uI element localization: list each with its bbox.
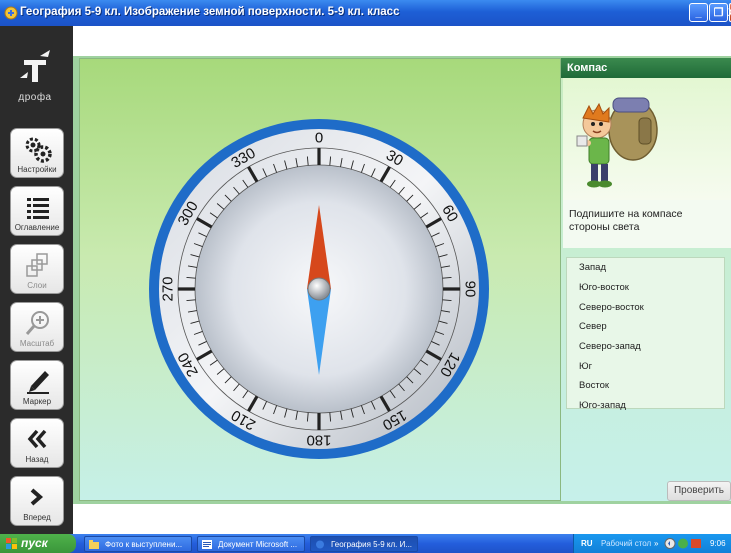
logo-text: дрофа (18, 92, 52, 103)
settings-label: Настройки (17, 165, 57, 174)
back-button[interactable]: Назад (10, 418, 64, 468)
zoom-label: Масштаб (19, 339, 55, 348)
task-word-label: Документ Microsoft ... (218, 540, 298, 549)
system-tray: RU Рабочий стол » 9:06 (573, 534, 731, 553)
start-button[interactable]: пуск (0, 534, 76, 553)
gear-icon (25, 137, 52, 163)
tray-icons[interactable] (664, 537, 704, 550)
task-folder-label: Фото к выступлени... (105, 540, 183, 549)
desktop-toolbar-label[interactable]: Рабочий стол (601, 539, 651, 548)
degree-label-0: 0 (315, 130, 323, 147)
zoom-icon (25, 311, 49, 335)
settings-button[interactable]: Настройки (10, 128, 64, 178)
direction-label-southwest[interactable]: Юго-запад (579, 400, 626, 411)
contents-label: Оглавление (14, 223, 60, 232)
app-task-icon (316, 540, 324, 549)
zoom-button[interactable]: Масштаб (10, 302, 64, 352)
boy-with-backpack-illustration (563, 78, 731, 200)
forward-icon (30, 488, 44, 506)
contents-button[interactable]: Оглавление (10, 186, 64, 236)
layers-button[interactable]: Слои (10, 244, 64, 294)
app-icon (4, 6, 18, 20)
forward-button[interactable]: Вперед (10, 476, 64, 526)
task-panel: Компас Подпишите на компасе стороны свет… (561, 58, 731, 501)
marker-button[interactable]: Маркер (10, 360, 64, 410)
panel-header: Компас (561, 58, 731, 78)
layers-icon (26, 253, 48, 277)
language-indicator[interactable]: RU (581, 539, 593, 548)
marker-icon (27, 371, 49, 394)
compass[interactable]: 0306090120150180210240270300330 (80, 59, 562, 502)
top-strip (0, 26, 731, 46)
task-folder[interactable]: Фото к выступлени... (84, 536, 192, 552)
direction-label-west[interactable]: Запад (579, 262, 606, 273)
direction-labels-list: Запад Юго-восток Северо-восток Север Сев… (566, 257, 725, 411)
taskbar: пуск Фото к выступлени... Документ Micro… (0, 534, 731, 553)
compass-pivot (307, 277, 331, 301)
windows-flag-icon (6, 538, 17, 549)
layers-label: Слои (27, 281, 47, 290)
window-title: География 5-9 кл. Изображение земной пов… (20, 6, 400, 18)
task-geography-app[interactable]: География 5-9 кл. И... (310, 536, 418, 552)
word-doc-icon (202, 540, 212, 549)
minimize-icon: _ (695, 6, 702, 19)
degree-label-270: 270 (160, 276, 177, 301)
start-label: пуск (21, 536, 48, 550)
direction-label-north[interactable]: Север (579, 321, 607, 332)
direction-label-south[interactable]: Юг (579, 361, 592, 372)
maximize-icon: ❐ (713, 7, 724, 19)
back-label: Назад (25, 455, 49, 464)
logo-icon (20, 50, 50, 82)
left-toolbar: дрофа Настройки Оглавление Слои Масштаб … (0, 26, 73, 534)
direction-label-northeast[interactable]: Северо-восток (579, 302, 644, 313)
degree-label-180: 180 (306, 432, 331, 449)
drofa-logo: дрофа (10, 48, 60, 108)
compass-canvas[interactable]: 0 30 60 90 120 150 180 210 240 270 300 330 (79, 58, 561, 501)
marker-label: Маркер (22, 397, 52, 406)
degree-label-90: 90 (462, 281, 479, 298)
task-geography-label: География 5-9 кл. И... (331, 540, 413, 549)
back-icon (27, 429, 47, 449)
direction-label-northwest[interactable]: Северо-запад (579, 341, 641, 352)
direction-label-east[interactable]: Восток (579, 380, 609, 391)
direction-label-southeast[interactable]: Юго-восток (579, 282, 629, 293)
bottom-strip (73, 504, 731, 534)
list-icon (27, 198, 49, 219)
forward-label: Вперед (23, 513, 51, 522)
panel-instruction: Подпишите на компасе стороны света (563, 200, 731, 248)
title-bar[interactable]: География 5-9 кл. Изображение земной пов… (0, 0, 731, 26)
maximize-button[interactable]: ❐ (709, 3, 728, 22)
task-word-document[interactable]: Документ Microsoft ... (197, 536, 305, 552)
folder-icon (89, 540, 99, 549)
minimize-button[interactable]: _ (689, 3, 708, 22)
clock: 9:06 (710, 539, 726, 548)
toolbar-chevron[interactable]: » (654, 539, 658, 548)
check-button[interactable]: Проверить (667, 481, 731, 501)
boy-illustration (576, 97, 658, 188)
